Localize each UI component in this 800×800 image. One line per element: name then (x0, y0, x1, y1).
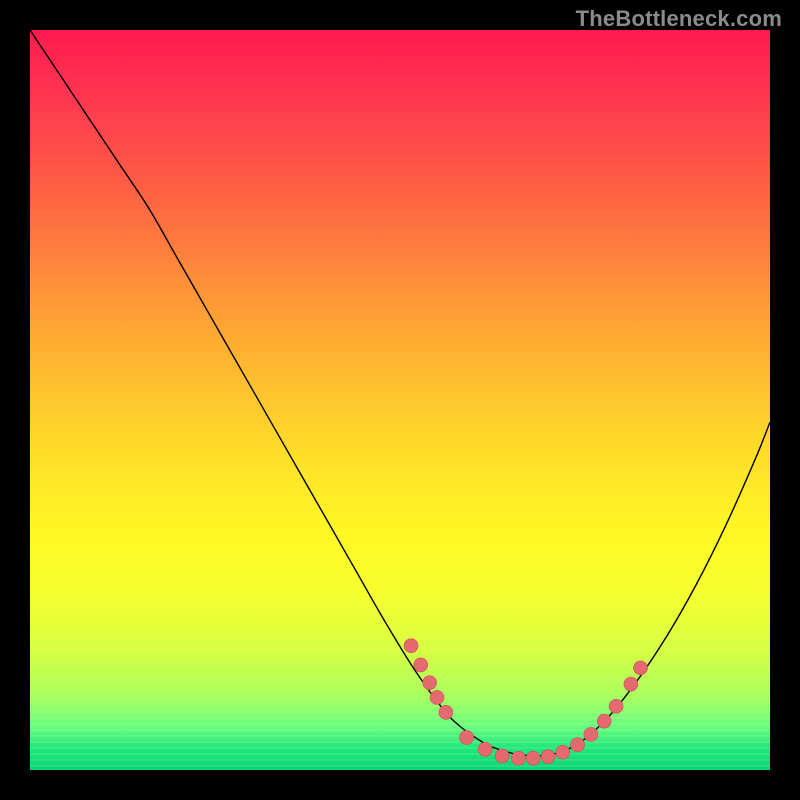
marker-dot (624, 677, 638, 691)
marker-dot (404, 639, 418, 653)
chart-svg (30, 30, 770, 770)
bottleneck-curve (30, 30, 770, 756)
plot-area (30, 30, 770, 770)
marker-dot (430, 690, 444, 704)
marker-dot (541, 750, 555, 764)
marker-dot (556, 745, 570, 759)
chart-frame: TheBottleneck.com (0, 0, 800, 800)
marker-dot (478, 742, 492, 756)
marker-dot (460, 730, 474, 744)
marker-dot (634, 661, 648, 675)
marker-dot (609, 699, 623, 713)
marker-dot (526, 751, 540, 765)
marker-dot (597, 714, 611, 728)
marker-group (404, 639, 647, 765)
marker-dot (571, 738, 585, 752)
watermark-label: TheBottleneck.com (576, 6, 782, 32)
marker-dot (584, 727, 598, 741)
marker-dot (439, 705, 453, 719)
marker-dot (511, 751, 525, 765)
marker-dot (423, 676, 437, 690)
marker-dot (495, 749, 509, 763)
marker-dot (414, 658, 428, 672)
